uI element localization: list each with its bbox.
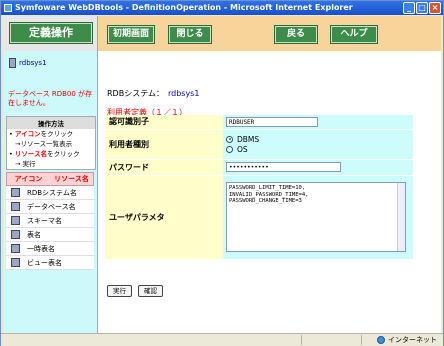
- rdb-system-line: RDBシステム： rdbsys1: [107, 88, 199, 99]
- legend-row: スキーマ名: [6, 214, 94, 228]
- maximize-button[interactable]: □: [416, 2, 428, 14]
- legend-label: データベース名: [27, 202, 76, 211]
- user-type-os-radio[interactable]: OS: [226, 144, 413, 154]
- howto-heading: 操作方法: [7, 117, 95, 129]
- legend-label: ビュー表名: [27, 258, 62, 267]
- status-bar: インターネット: [1, 333, 443, 346]
- rdb-system-label: RDBシステム：: [107, 89, 164, 98]
- table-icon: [10, 230, 20, 239]
- rdb-system-icon[interactable]: [9, 58, 16, 68]
- password-label: パスワード: [105, 159, 223, 176]
- view-table-icon: [10, 258, 20, 267]
- close-window-button[interactable]: ×: [429, 2, 441, 14]
- window-controls: _ □ ×: [403, 2, 441, 14]
- sidebar-title: 定義操作: [10, 23, 92, 43]
- page-content: 定義操作 rdbsys1 データベース RDB00 が存在しません。 操作方法 …: [4, 16, 441, 333]
- howto-box: 操作方法 • アイコンをクリック →リソース一覧表示 • リソース名をクリック …: [6, 116, 96, 170]
- status-separator: [301, 335, 302, 345]
- database-icon: [10, 202, 20, 211]
- howto-row-4: → 実行: [15, 160, 36, 168]
- resource-legend: アイコン リソース名 RDBシステム名 データベース名 スキーマ名 表名 一時表…: [6, 172, 94, 270]
- title-bar: Symfoware WebDBtools - DefinitionOperati…: [1, 1, 443, 15]
- legend-col-icon: アイコン: [14, 175, 43, 183]
- form-row-user-param: ユーザパラメタ PASSWORD_LIMIT_TIME=10, INVALID_…: [105, 175, 413, 260]
- auth-id-label: 認可識別子: [105, 115, 223, 130]
- user-definition-form: 認可識別子 RDBUSER 利用者種別 DBMS OS パスワード ••••••…: [105, 115, 413, 260]
- back-button[interactable]: 戻る: [275, 26, 317, 43]
- toolbar: 初期画面 閉じる 戻る ヘルプ: [98, 16, 441, 51]
- legend-label: 一時表名: [27, 244, 55, 253]
- rdb-system-icon: [10, 188, 20, 197]
- action-buttons: 実行 確認: [107, 285, 163, 297]
- legend-row: ビュー表名: [6, 256, 94, 270]
- user-param-text: PASSWORD_LIMIT_TIME=10, INVALID_PASSWORD…: [229, 185, 309, 204]
- warning-message: データベース RDB00 が存在しません。: [8, 90, 93, 107]
- window-title: Symfoware WebDBtools - DefinitionOperati…: [15, 3, 353, 12]
- radio-selected-icon[interactable]: [226, 135, 233, 143]
- form-row-auth-id: 認可識別子 RDBUSER: [105, 115, 413, 130]
- howto-row-2: →リソース一覧表示: [15, 140, 73, 148]
- initial-screen-button[interactable]: 初期画面: [108, 26, 154, 43]
- legend-col-name: リソース名: [54, 175, 89, 183]
- auth-id-input[interactable]: RDBUSER: [226, 116, 318, 127]
- schema-icon: [10, 216, 20, 225]
- status-separator: [361, 335, 362, 345]
- globe-icon: [377, 336, 385, 344]
- rdb-system-value: rdbsys1: [167, 89, 200, 98]
- legend-row: データベース名: [6, 200, 94, 214]
- main-panel: 初期画面 閉じる 戻る ヘルプ RDBシステム： rdbsys1 利用者定義（１／…: [98, 16, 441, 333]
- rdb-system-item[interactable]: rdbsys1: [9, 58, 47, 68]
- password-input[interactable]: •••••••••••: [226, 162, 341, 172]
- rdb-system-link[interactable]: rdbsys1: [19, 59, 47, 67]
- legend-header: アイコン リソース名: [6, 172, 94, 186]
- help-button[interactable]: ヘルプ: [331, 26, 377, 43]
- confirm-button[interactable]: 確認: [138, 285, 163, 297]
- legend-label: スキーマ名: [27, 216, 62, 225]
- ie-icon: [4, 4, 12, 12]
- execute-button[interactable]: 実行: [107, 285, 132, 297]
- user-type-label: 利用者種別: [105, 129, 223, 160]
- user-param-textarea[interactable]: PASSWORD_LIMIT_TIME=10, INVALID_PASSWORD…: [226, 182, 406, 252]
- howto-row-3: • リソース名をクリック: [9, 150, 80, 158]
- user-param-label: ユーザパラメタ: [105, 175, 223, 260]
- browser-window: Symfoware WebDBtools - DefinitionOperati…: [0, 0, 444, 346]
- legend-label: 表名: [27, 230, 41, 239]
- close-button[interactable]: 閉じる: [169, 26, 211, 43]
- temp-table-icon: [10, 244, 20, 253]
- radio-unselected-icon[interactable]: [226, 145, 233, 153]
- form-row-user-type: 利用者種別 DBMS OS: [105, 129, 413, 160]
- sidebar-header: 定義操作: [4, 16, 97, 51]
- legend-row: RDBシステム名: [6, 186, 94, 200]
- form-row-password: パスワード •••••••••••: [105, 159, 413, 176]
- user-type-dbms-radio[interactable]: DBMS: [226, 134, 413, 144]
- legend-row: 表名: [6, 228, 94, 242]
- howto-row-1: • アイコンをクリック: [9, 130, 74, 138]
- minimize-button[interactable]: _: [403, 2, 415, 14]
- security-zone: インターネット: [377, 335, 437, 345]
- legend-row: 一時表名: [6, 242, 94, 256]
- textarea-scrollbar[interactable]: [397, 183, 405, 251]
- legend-label: RDBシステム名: [27, 188, 77, 197]
- sidebar: 定義操作 rdbsys1 データベース RDB00 が存在しません。 操作方法 …: [4, 16, 98, 333]
